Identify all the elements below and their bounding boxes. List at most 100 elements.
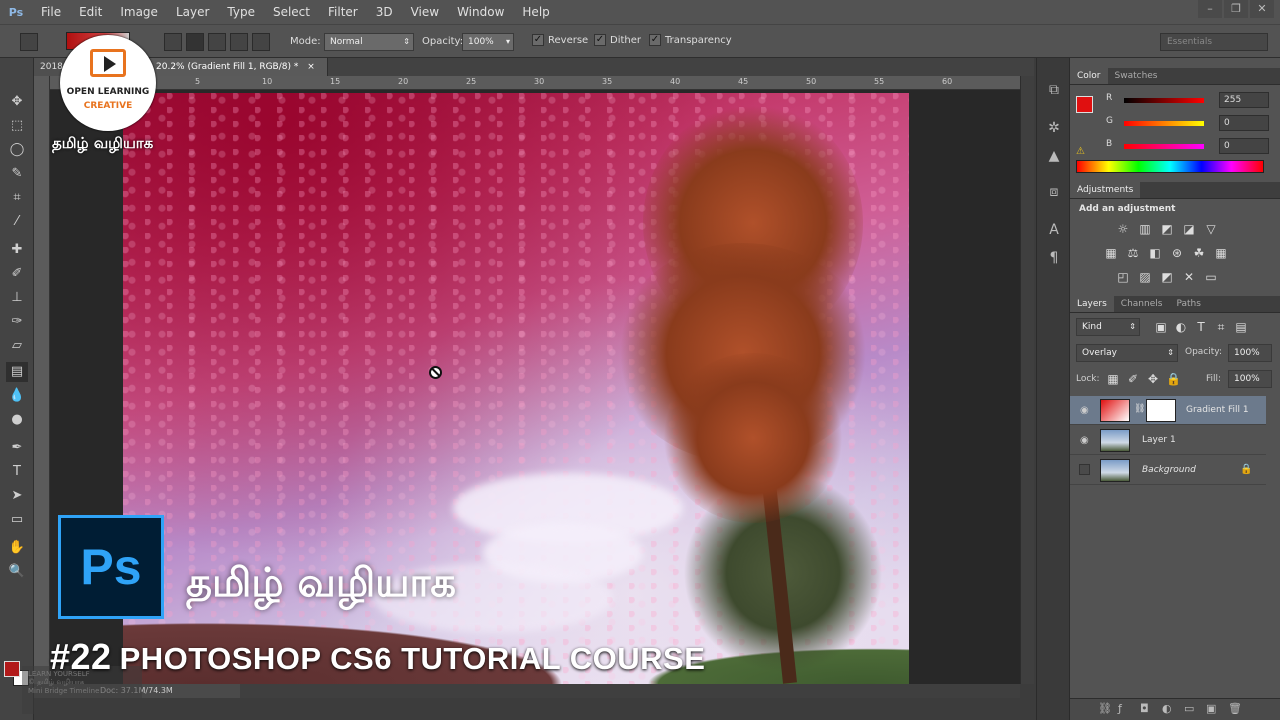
- tab-adjustments[interactable]: Adjustments: [1070, 182, 1141, 198]
- vibrance-icon[interactable]: ▽: [1204, 222, 1218, 236]
- layer-mask-thumbnail[interactable]: [1146, 399, 1176, 422]
- adjustment-filter-icon[interactable]: ◐: [1174, 320, 1188, 334]
- color-lookup-icon[interactable]: ▦: [1214, 246, 1228, 260]
- hand-tool-icon[interactable]: ✋: [6, 538, 28, 558]
- brush-tool-icon[interactable]: ✐: [6, 264, 28, 284]
- healing-brush-tool-icon[interactable]: ✚: [6, 240, 28, 260]
- lock-position-icon[interactable]: ✥: [1146, 372, 1160, 386]
- threshold-icon[interactable]: ◩: [1160, 270, 1174, 284]
- history-brush-tool-icon[interactable]: ✑: [6, 312, 28, 332]
- gradient-tool-icon[interactable]: ▤: [6, 362, 28, 382]
- menu-file[interactable]: File: [32, 0, 70, 24]
- layer-row-layer-1[interactable]: ◉ Layer 1: [1070, 426, 1266, 455]
- mode-select[interactable]: Normal ⇕: [324, 33, 414, 51]
- actions-panel-icon[interactable]: ✲: [1044, 118, 1064, 138]
- new-group-icon[interactable]: ▭: [1184, 702, 1194, 715]
- menu-image[interactable]: Image: [111, 0, 167, 24]
- posterize-icon[interactable]: ▨: [1138, 270, 1152, 284]
- tab-channels[interactable]: Channels: [1114, 296, 1170, 312]
- document-tab-active[interactable]: 20.2% (Gradient Fill 1, RGB/8) * ×: [150, 58, 328, 76]
- color-spectrum-bar[interactable]: [1076, 160, 1264, 173]
- link-layers-icon[interactable]: ⛓: [1098, 702, 1112, 715]
- gradient-fill-thumbnail[interactable]: [1100, 399, 1130, 422]
- clone-stamp-tool-icon[interactable]: ⊥: [6, 288, 28, 308]
- minimize-icon[interactable]: –: [1198, 0, 1222, 18]
- pen-tool-icon[interactable]: ✒: [6, 438, 28, 458]
- foreground-color-swatch[interactable]: [4, 661, 20, 677]
- paragraph-panel-icon[interactable]: ¶: [1044, 248, 1064, 268]
- hue-saturation-icon[interactable]: ▦: [1104, 246, 1118, 260]
- menu-layer[interactable]: Layer: [167, 0, 218, 24]
- blue-value-input[interactable]: 0: [1219, 138, 1269, 154]
- green-value-input[interactable]: 0: [1219, 115, 1269, 131]
- character-panel-icon[interactable]: A: [1044, 220, 1064, 240]
- blend-mode-select[interactable]: Overlay ⇕: [1076, 344, 1178, 362]
- visibility-eye-icon[interactable]: ◉: [1080, 435, 1089, 446]
- tab-paths[interactable]: Paths: [1169, 296, 1207, 312]
- blue-slider[interactable]: B 0: [1106, 138, 1276, 155]
- transparency-checkbox[interactable]: ✓ Transparency: [649, 34, 732, 46]
- quick-select-tool-icon[interactable]: ✎: [6, 164, 28, 184]
- histogram-panel-icon[interactable]: ▲: [1044, 146, 1064, 166]
- opacity-input[interactable]: 100% ▾: [462, 33, 514, 51]
- menu-window[interactable]: Window: [448, 0, 513, 24]
- layer-row-gradient-fill[interactable]: ◉ ⛓ Gradient Fill 1: [1070, 396, 1266, 425]
- workspace-select[interactable]: Essentials: [1160, 33, 1268, 51]
- foreground-color-chip[interactable]: [1076, 96, 1093, 113]
- reverse-checkbox[interactable]: ✓ Reverse: [532, 34, 588, 46]
- invert-icon[interactable]: ◰: [1116, 270, 1130, 284]
- history-panel-icon[interactable]: ⧉: [1044, 80, 1064, 100]
- eyedropper-tool-icon[interactable]: ⁄: [6, 212, 28, 232]
- horizontal-scrollbar[interactable]: [240, 684, 1020, 698]
- fill-input[interactable]: 100%: [1228, 370, 1272, 388]
- angle-gradient-icon[interactable]: [208, 33, 226, 51]
- restore-icon[interactable]: ❐: [1224, 0, 1248, 18]
- linear-gradient-icon[interactable]: [164, 33, 182, 51]
- channel-mixer-icon[interactable]: ☘: [1192, 246, 1206, 260]
- menu-3d[interactable]: 3D: [367, 0, 402, 24]
- exposure-icon[interactable]: ◪: [1182, 222, 1196, 236]
- background-thumbnail[interactable]: [1100, 459, 1130, 482]
- menu-help[interactable]: Help: [513, 0, 558, 24]
- layer-1-thumbnail[interactable]: [1100, 429, 1130, 452]
- levels-icon[interactable]: ▥: [1138, 222, 1152, 236]
- properties-panel-icon[interactable]: ⧈: [1044, 182, 1064, 202]
- color-balance-icon[interactable]: ⚖: [1126, 246, 1140, 260]
- type-tool-icon[interactable]: T: [6, 462, 28, 482]
- path-selection-tool-icon[interactable]: ➤: [6, 486, 28, 506]
- black-white-icon[interactable]: ◧: [1148, 246, 1162, 260]
- dodge-tool-icon[interactable]: ●: [6, 410, 28, 430]
- new-adjustment-icon[interactable]: ◐: [1162, 702, 1172, 715]
- vertical-scrollbar[interactable]: [1020, 76, 1034, 684]
- curves-icon[interactable]: ◩: [1160, 222, 1174, 236]
- crop-tool-icon[interactable]: ⌗: [6, 188, 28, 208]
- new-layer-icon[interactable]: ▣: [1206, 702, 1216, 715]
- type-filter-icon[interactable]: T: [1194, 320, 1208, 334]
- close-window-icon[interactable]: ✕: [1250, 0, 1274, 18]
- layer-style-icon[interactable]: ƒ: [1118, 702, 1122, 715]
- marquee-tool-icon[interactable]: ⬚: [6, 116, 28, 136]
- tab-swatches[interactable]: Swatches: [1108, 68, 1165, 84]
- visibility-eye-icon[interactable]: ◉: [1080, 405, 1089, 416]
- close-tab-icon[interactable]: ×: [307, 62, 315, 72]
- layer-row-background[interactable]: Background 🔒: [1070, 456, 1266, 485]
- menu-view[interactable]: View: [402, 0, 448, 24]
- lock-all-icon[interactable]: 🔒: [1166, 372, 1181, 386]
- menu-select[interactable]: Select: [264, 0, 319, 24]
- lock-transparent-icon[interactable]: ▦: [1106, 372, 1120, 386]
- delete-layer-icon[interactable]: 🗑: [1228, 702, 1242, 715]
- visibility-toggle-empty[interactable]: [1079, 464, 1090, 475]
- rectangle-tool-icon[interactable]: ▭: [6, 510, 28, 530]
- photo-filter-icon[interactable]: ⊛: [1170, 246, 1184, 260]
- gamut-warning-icon[interactable]: ⚠: [1076, 146, 1085, 157]
- blur-tool-icon[interactable]: 💧: [6, 386, 28, 406]
- green-slider[interactable]: G 0: [1106, 115, 1276, 132]
- zoom-tool-icon[interactable]: 🔍: [6, 562, 28, 582]
- diamond-gradient-icon[interactable]: [252, 33, 270, 51]
- eraser-tool-icon[interactable]: ▱: [6, 336, 28, 356]
- menu-edit[interactable]: Edit: [70, 0, 111, 24]
- lock-image-icon[interactable]: ✐: [1126, 372, 1140, 386]
- layer-kind-filter[interactable]: Kind ⇕: [1076, 318, 1140, 336]
- radial-gradient-icon[interactable]: [186, 33, 204, 51]
- red-value-input[interactable]: 255: [1219, 92, 1269, 108]
